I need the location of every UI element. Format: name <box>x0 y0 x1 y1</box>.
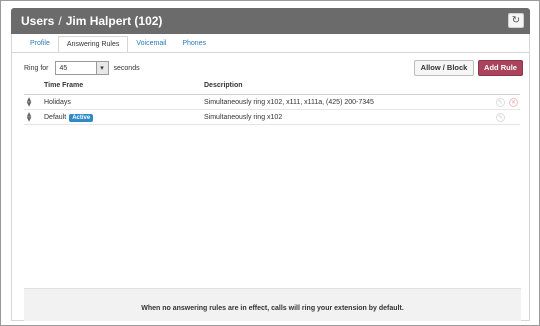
chevron-down-icon[interactable]: ▾ <box>95 62 108 74</box>
ring-suffix-label: seconds <box>113 64 140 72</box>
drag-sort-icon[interactable]: ▲ ▼ <box>25 112 33 123</box>
delete-icon[interactable]: ✕ <box>509 98 518 107</box>
ring-duration-row: Ring for 45 ▾ seconds <box>24 61 140 75</box>
rule-time-frame: Default Active <box>44 114 94 122</box>
tab-divider <box>12 52 529 53</box>
refresh-icon: ↻ <box>511 15 521 26</box>
page-title: Users / Jim Halpert (102) <box>21 14 162 28</box>
tab-answering-rules[interactable]: Answering Rules <box>57 36 129 53</box>
column-header-description: Description <box>204 82 243 89</box>
drag-sort-icon[interactable]: ▲ ▼ <box>25 97 33 108</box>
rule-description: Simultaneously ring x102 <box>204 114 283 121</box>
table-header: Time Frame Description <box>24 82 520 94</box>
breadcrumb-user: Jim Halpert (102) <box>65 14 163 28</box>
app-frame: Users / Jim Halpert (102) ↻ Profile Answer… <box>0 0 540 326</box>
table-row[interactable]: ▲ ▼ Default Active Simultaneously ring x10… <box>24 110 520 125</box>
rule-time-frame-label: Default <box>44 114 67 121</box>
column-header-time-frame[interactable]: Time Frame <box>44 82 83 89</box>
rule-description: Simultaneously ring x102, x111, x111a, (… <box>204 99 374 106</box>
breadcrumb-separator: / <box>58 14 62 28</box>
table-row[interactable]: ▲ ▼ Holidays Simultaneously ring x102, x1… <box>24 95 520 110</box>
ring-duration-select[interactable]: 45 ▾ <box>54 61 109 75</box>
main-panel: Profile Answering Rules Voicemail Phones… <box>11 34 530 321</box>
breadcrumb-section[interactable]: Users <box>21 14 54 28</box>
default-rule-notice: When no answering rules are in effect, c… <box>24 288 521 321</box>
edit-icon[interactable]: ✎ <box>496 113 505 122</box>
ring-duration-value: 45 <box>59 64 68 72</box>
status-badge: Active <box>69 114 94 122</box>
rule-time-frame: Holidays <box>44 99 71 106</box>
tab-voicemail[interactable]: Voicemail <box>128 36 174 52</box>
refresh-button[interactable]: ↻ <box>508 13 524 28</box>
add-rule-button[interactable]: Add Rule <box>478 60 523 76</box>
tab-profile[interactable]: Profile <box>22 36 58 52</box>
tab-bar: Profile Answering Rules Voicemail Phones <box>22 36 214 53</box>
rule-time-frame-label: Holidays <box>44 99 71 106</box>
allow-block-button[interactable]: Allow / Block <box>414 60 474 76</box>
tab-phones[interactable]: Phones <box>174 36 214 52</box>
edit-icon[interactable]: ✎ <box>496 98 505 107</box>
ring-prefix-label: Ring for <box>24 64 49 72</box>
page-header: Users / Jim Halpert (102) ↻ <box>11 8 530 34</box>
